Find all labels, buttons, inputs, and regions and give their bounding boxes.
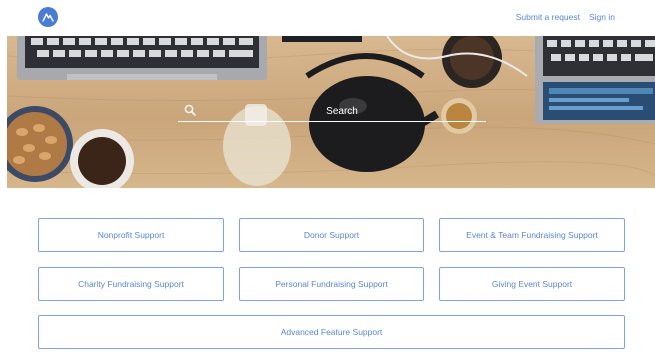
submit-request-link[interactable]: Submit a request (516, 12, 580, 22)
search-underline (178, 121, 486, 122)
category-nonprofit-support[interactable]: Nonprofit Support (38, 218, 224, 252)
category-giving-event-support[interactable]: Giving Event Support (439, 267, 625, 301)
category-advanced-feature-support[interactable]: Advanced Feature Support (38, 315, 625, 349)
header-nav: Submit a request Sign in (516, 12, 615, 22)
category-charity-fundraising-support[interactable]: Charity Fundraising Support (38, 267, 224, 301)
search-bar (178, 102, 486, 122)
category-label: Charity Fundraising Support (78, 279, 184, 289)
category-personal-fundraising-support[interactable]: Personal Fundraising Support (239, 267, 424, 301)
category-label: Advanced Feature Support (280, 327, 383, 337)
category-label: Nonprofit Support (97, 230, 165, 240)
mountain-logo-icon[interactable] (38, 7, 58, 27)
category-label: Donor Support (303, 230, 360, 240)
site-header: Submit a request Sign in (0, 0, 655, 36)
category-label: Personal Fundraising Support (275, 279, 388, 289)
search-icon[interactable] (184, 104, 196, 116)
search-input[interactable] (202, 102, 482, 121)
category-label: Giving Event Support (491, 279, 573, 289)
category-event-team-fundraising-support[interactable]: Event & Team Fundraising Support (439, 218, 625, 252)
category-donor-support[interactable]: Donor Support (239, 218, 424, 252)
hero-banner (7, 36, 655, 188)
category-label: Event & Team Fundraising Support (466, 230, 598, 240)
sign-in-link[interactable]: Sign in (589, 12, 615, 22)
